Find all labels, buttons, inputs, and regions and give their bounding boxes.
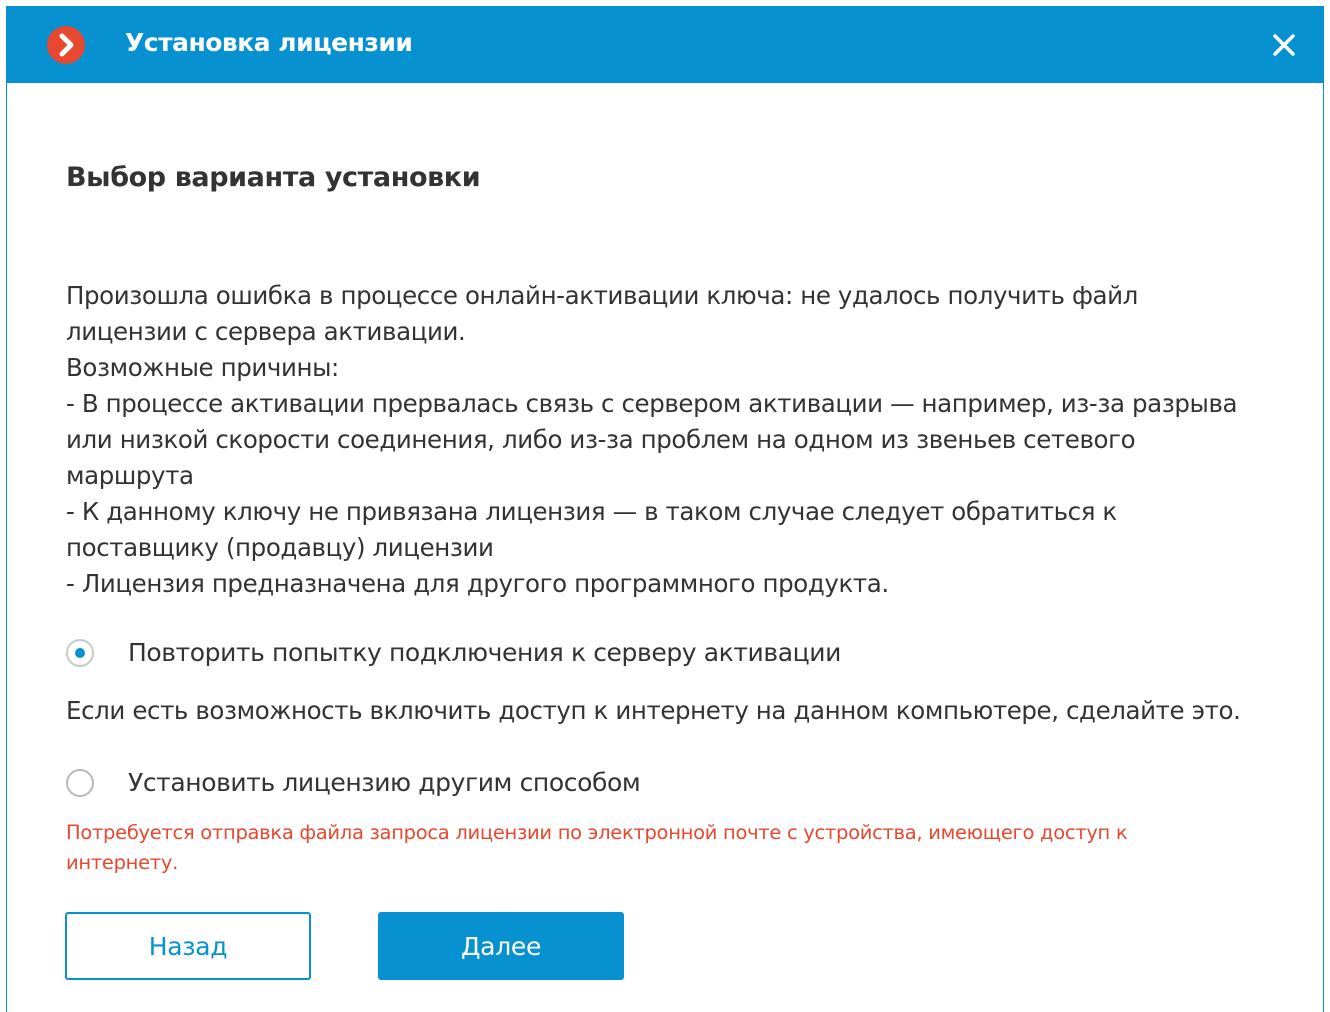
next-button[interactable]: Далее — [378, 912, 624, 980]
retry-label[interactable]: Повторить попытку подключения к серверу … — [128, 638, 841, 667]
message-line: Произошла ошибка в процессе онлайн-актив… — [66, 281, 1138, 310]
close-icon[interactable] — [1267, 28, 1301, 62]
option-retry[interactable]: Повторить попытку подключения к серверу … — [66, 638, 841, 667]
dialog-title: Установка лицензии — [125, 28, 413, 57]
other-method-warning: Потребуется отправка файла запроса лицен… — [66, 818, 1266, 878]
message-line: поставщику (продавцу) лицензии — [66, 533, 494, 562]
retry-hint: Если есть возможность включить доступ к … — [66, 696, 1241, 725]
message-line: Возможные причины: — [66, 353, 339, 382]
message-line: лицензии с сервера активации. — [66, 317, 466, 346]
license-install-dialog: Установка лицензии Выбор варианта устано… — [6, 6, 1324, 1012]
message-line: - К данному ключу не привязана лицензия … — [66, 497, 1117, 526]
error-message: Произошла ошибка в процессе онлайн-актив… — [66, 278, 1296, 602]
title-bar: Установка лицензии — [7, 6, 1323, 83]
message-line: - В процессе активации прервалась связь … — [66, 389, 1238, 418]
option-other-method[interactable]: Установить лицензию другим способом — [66, 768, 641, 797]
warning-line: Потребуется отправка файла запроса лицен… — [66, 821, 1128, 844]
app-logo-icon — [47, 26, 85, 64]
other-method-radio[interactable] — [66, 768, 94, 797]
other-method-label[interactable]: Установить лицензию другим способом — [128, 768, 641, 797]
back-button[interactable]: Назад — [65, 912, 311, 980]
message-line: или низкой скорости соединения, либо из-… — [66, 425, 1136, 454]
message-line: - Лицензия предназначена для другого про… — [66, 569, 889, 598]
section-title: Выбор варианта установки — [66, 162, 481, 193]
retry-radio[interactable] — [66, 638, 94, 667]
message-line: маршрута — [66, 461, 194, 490]
warning-line: интернету. — [66, 851, 179, 874]
